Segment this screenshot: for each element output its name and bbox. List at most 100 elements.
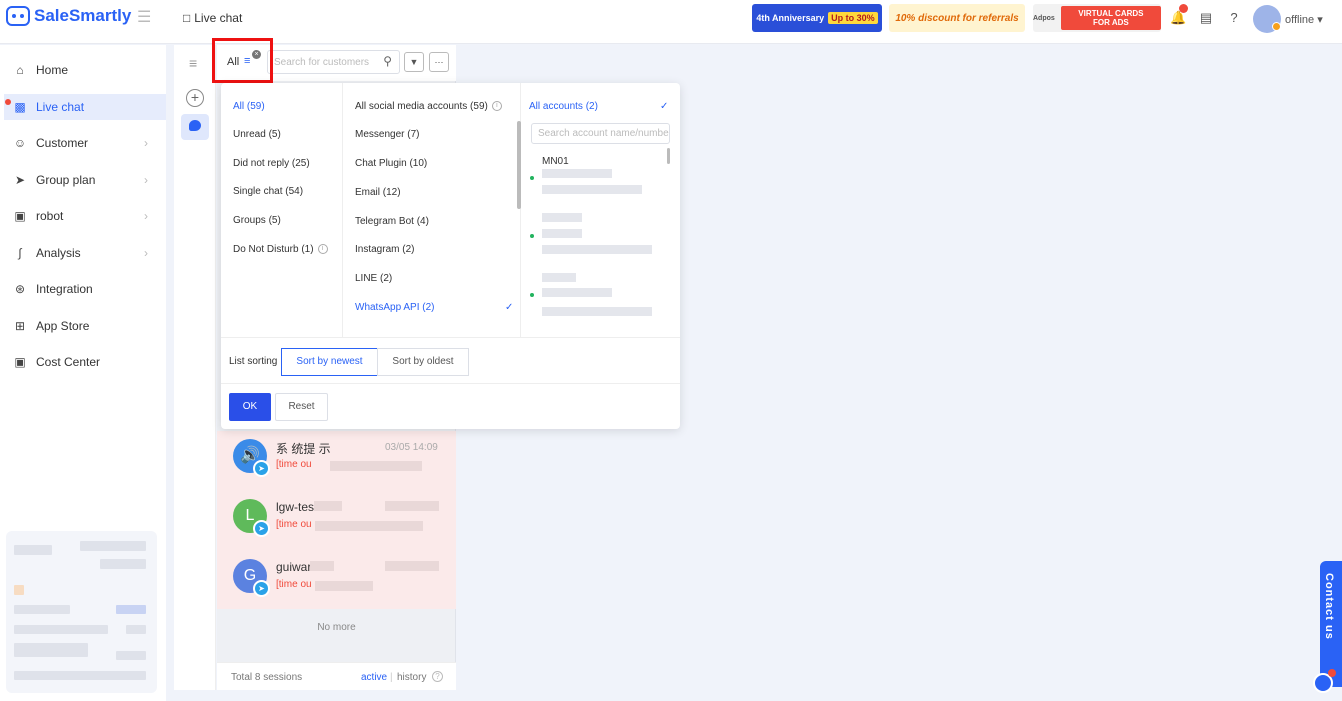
status-option-groups[interactable]: Groups (5) [233, 215, 281, 226]
chat-rail: ≡ + [174, 45, 216, 690]
status-option-did-not-reply[interactable]: Did not reply (25) [233, 158, 310, 169]
sidebar-item-label: Analysis [36, 246, 81, 260]
referral-banner[interactable]: 10% discount for referrals [889, 4, 1025, 32]
online-dot [530, 176, 534, 180]
home-icon: ⌂ [16, 63, 24, 77]
account-option-all[interactable]: All accounts (2) [529, 101, 598, 112]
sidebar-item-app-store[interactable]: ⊞ App Store [4, 313, 166, 339]
telegram-icon: ➤ [253, 520, 270, 537]
channel-option-telegram-bot[interactable]: Telegram Bot (4) [355, 216, 429, 227]
brand-name: SaleSmartly [34, 6, 132, 25]
sidebar-item-customer[interactable]: ☺ Customer › [4, 130, 166, 156]
anniversary-banner[interactable]: 4th Anniversary Up to 30% [752, 4, 882, 32]
conversation-name: lgw-tes [276, 500, 315, 514]
filter-panel: All (59) Unread (5) Did not reply (25) S… [221, 83, 680, 429]
sidebar-item-robot[interactable]: ▣ robot › [4, 203, 166, 229]
status-option-all[interactable]: All (59) [233, 101, 265, 112]
info-icon[interactable]: i [491, 101, 502, 112]
grid-icon: ⊞ [14, 319, 26, 333]
chat-icon: ▩ [14, 100, 26, 114]
status-filter-column: All (59) Unread (5) Did not reply (25) S… [221, 83, 343, 337]
add-icon[interactable]: + [186, 89, 204, 107]
clipboard-icon[interactable]: ▤ [1198, 10, 1214, 26]
list-item[interactable]: L ➤ lgw-tes [time ou [217, 491, 456, 551]
account-name[interactable]: MN01 [542, 156, 569, 167]
channel-option-email[interactable]: Email (12) [355, 187, 401, 198]
menu-icon[interactable]: ≡ [189, 55, 197, 71]
logo[interactable]: SaleSmartly [6, 6, 131, 26]
sort-by-newest-button[interactable]: Sort by newest [281, 348, 378, 376]
status-option-label: Do Not Disturb (1) [233, 244, 314, 255]
chart-icon: ∫ [18, 246, 22, 260]
help-icon[interactable]: ? [432, 671, 443, 682]
conversation-icon[interactable] [181, 114, 209, 140]
status-option-do-not-disturb[interactable]: Do Not Disturb (1) i [233, 244, 328, 255]
virtual-cards-text: VIRTUAL CARDS FOR ADS [1060, 6, 1161, 30]
send-icon: ➤ [14, 173, 26, 187]
check-icon: ✓ [505, 302, 514, 313]
channel-option-line[interactable]: LINE (2) [355, 273, 392, 284]
tab-active[interactable]: active [361, 672, 387, 683]
sidebar-item-label: Integration [36, 282, 93, 296]
help-icon[interactable]: ? [1226, 10, 1242, 26]
sidebar-item-live-chat[interactable]: ▩ Live chat [4, 94, 166, 120]
conversation-name: 系 统提 示 [276, 442, 331, 456]
collapse-menu-icon[interactable]: ☰ [137, 7, 151, 27]
anniversary-tag: Up to 30% [828, 12, 878, 24]
total-sessions: Total 8 sessions [231, 672, 303, 683]
virtual-cards-banner[interactable]: Adpos VIRTUAL CARDS FOR ADS [1033, 4, 1161, 32]
sidebar: ⌂ Home ▩ Live chat ☺ Customer › ➤ Group … [0, 45, 166, 701]
status-option-unread[interactable]: Unread (5) [233, 129, 281, 140]
chevron-right-icon: › [144, 246, 148, 260]
sidebar-item-analysis[interactable]: ∫ Analysis › [4, 240, 166, 266]
anniversary-text: 4th Anniversary [756, 13, 825, 23]
status-dropdown[interactable]: offline ▾ [1285, 13, 1323, 26]
sidebar-item-integration[interactable]: ⊛ Integration [4, 276, 166, 302]
integration-icon: ⊛ [14, 282, 26, 296]
sidebar-item-label: Customer [36, 136, 89, 150]
tab-history[interactable]: history [397, 672, 426, 683]
no-more-label: No more [317, 622, 356, 633]
sidebar-item-label: robot [36, 209, 64, 223]
channel-option-chat-plugin[interactable]: Chat Plugin (10) [355, 158, 427, 169]
channel-option-instagram[interactable]: Instagram (2) [355, 244, 414, 255]
channel-option-whatsapp-api[interactable]: WhatsApp API (2) [355, 302, 434, 313]
sort-by-oldest-button[interactable]: Sort by oldest [377, 348, 469, 376]
list-item[interactable]: G ➤ guiwar [time ou [217, 551, 456, 609]
conversation-preview: [time ou [276, 519, 312, 530]
search-icon[interactable]: ⚲ [383, 54, 392, 68]
customer-search-input[interactable] [268, 51, 372, 73]
customer-search: ⚲ [267, 50, 400, 74]
funnel-filter-icon[interactable]: ▼ [404, 52, 424, 72]
channel-option-messenger[interactable]: Messenger (7) [355, 129, 419, 140]
sidebar-item-group-plan[interactable]: ➤ Group plan › [4, 167, 166, 193]
robot-icon: ▣ [14, 209, 26, 223]
channel-filter-column: All social media accounts (59) i Messenge… [343, 83, 521, 337]
info-icon[interactable]: i [317, 244, 328, 255]
sidebar-item-label: Live chat [36, 100, 85, 114]
sidebar-item-cost-center[interactable]: ▣ Cost Center [4, 349, 166, 375]
list-item[interactable]: 🔊 ➤ 系 统提 示 03/05 14:09 [time ou [217, 431, 456, 491]
chevron-right-icon: › [144, 136, 148, 150]
account-search-input[interactable] [532, 124, 669, 143]
reset-button[interactable]: Reset [275, 393, 328, 421]
chevron-right-icon: › [144, 173, 148, 187]
list-sorting-label: List sorting [229, 356, 278, 367]
sidebar-item-home[interactable]: ⌂ Home [4, 57, 166, 83]
scrollbar[interactable] [667, 148, 670, 164]
status-option-single-chat[interactable]: Single chat (54) [233, 186, 303, 197]
check-icon: ✓ [660, 101, 669, 112]
unread-dot [5, 99, 11, 105]
page-title: □ Live chat [183, 11, 242, 25]
plan-info-card [6, 531, 157, 693]
sidebar-item-label: App Store [36, 319, 90, 333]
ok-button[interactable]: OK [229, 393, 271, 421]
conversation-preview: [time ou [276, 459, 312, 470]
more-options-icon[interactable]: ⋯ [429, 52, 449, 72]
referral-text: 10% discount for referrals [895, 12, 1019, 24]
conversation-name: guiwar [276, 560, 312, 574]
panel-actions: OK Reset [221, 383, 680, 429]
wallet-icon: ▣ [14, 355, 26, 369]
channel-option-all[interactable]: All social media accounts (59) i [355, 101, 502, 112]
top-bar: SaleSmartly ☰ □ Live chat 4th Anniversar… [0, 0, 1342, 44]
